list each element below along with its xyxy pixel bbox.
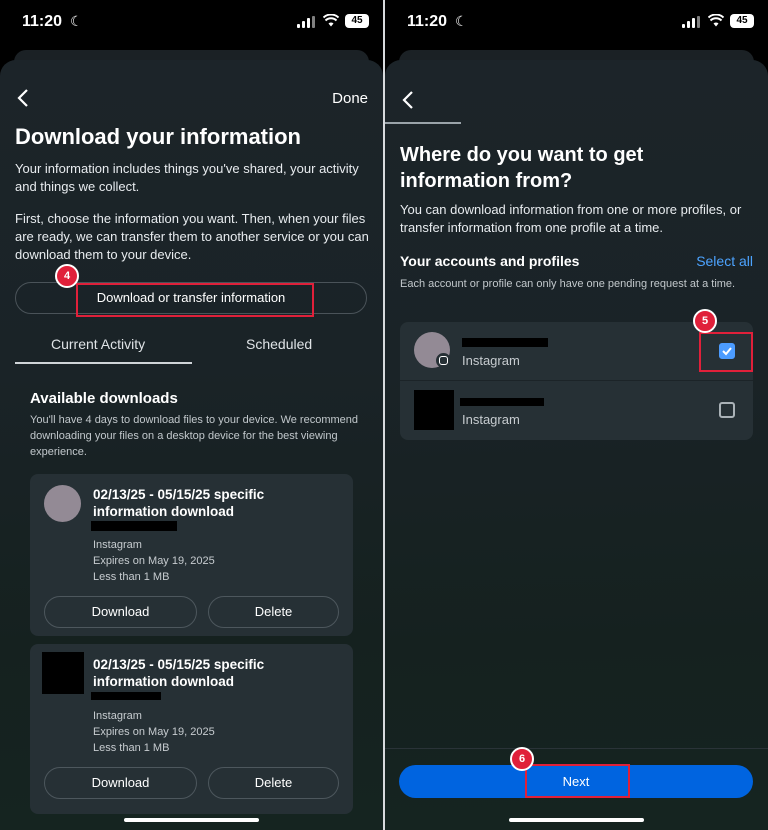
source-sheet: Where do you want to get information fro… [385, 60, 768, 830]
back-arrow-icon[interactable] [16, 88, 30, 108]
accounts-note: Each account or profile can only have on… [400, 278, 736, 290]
done-button[interactable]: Done [332, 90, 368, 107]
redacted-name [460, 398, 544, 406]
instagram-icon [436, 353, 451, 368]
step-badge: 6 [510, 747, 534, 771]
wifi-icon [323, 14, 339, 27]
home-indicator [124, 818, 259, 822]
progress-line [385, 122, 461, 124]
download-card: 02/13/25 - 05/15/25 specific information… [30, 644, 353, 814]
intro-text: Your information includes things you've … [15, 161, 359, 194]
status-time: 11:20 [407, 13, 448, 30]
account-checkbox[interactable] [719, 343, 735, 359]
page-subtitle: You can download information from one or… [400, 202, 742, 235]
wifi-icon [708, 14, 724, 27]
download-source: Instagram [93, 710, 142, 722]
page-title: Where do you want to get information fro… [400, 144, 644, 192]
download-expiry: Expires on May 19, 2025 [93, 555, 215, 567]
step-badge: 4 [55, 264, 79, 288]
download-title: 02/13/25 - 05/15/25 specific information… [93, 487, 265, 519]
download-source: Instagram [93, 539, 142, 551]
tab-current-activity[interactable]: Current Activity [51, 336, 145, 352]
right-screen: 11:20 ☾ 45 Where do you want to get info… [385, 0, 768, 830]
account-checkbox[interactable] [719, 402, 735, 418]
delete-button[interactable]: Delete [208, 596, 339, 628]
step-badge: 5 [693, 309, 717, 333]
status-bar: 11:20 ☾ 45 [385, 0, 768, 44]
download-button[interactable]: Download [44, 596, 197, 628]
select-all-link[interactable]: Select all [696, 253, 753, 269]
profile-image [414, 390, 454, 430]
download-size: Less than 1 MB [93, 742, 170, 754]
profile-image [42, 652, 84, 694]
account-row[interactable]: Instagram [400, 381, 753, 439]
download-title: 02/13/25 - 05/15/25 specific information… [93, 657, 265, 689]
status-bar: 11:20 ☾ 45 [0, 0, 383, 44]
signal-icon [297, 16, 317, 28]
left-screen: 11:20 ☾ 45 Done Download your informatio… [0, 0, 383, 830]
battery-icon: 45 [345, 14, 369, 28]
checkmark-icon [722, 347, 732, 356]
redacted-name [462, 338, 548, 347]
next-button[interactable]: Next [399, 765, 753, 798]
tab-scheduled[interactable]: Scheduled [246, 336, 312, 352]
download-card: 02/13/25 - 05/15/25 specific information… [30, 474, 353, 636]
battery-icon: 45 [730, 14, 754, 28]
signal-icon [682, 16, 702, 28]
footer-divider [385, 748, 768, 749]
status-time: 11:20 [22, 13, 63, 30]
available-downloads-text: You'll have 4 days to download files to … [30, 414, 359, 458]
tab-underline [15, 362, 192, 364]
back-arrow-icon[interactable] [401, 90, 415, 110]
redacted-name [91, 692, 161, 700]
accounts-list: Instagram Instagram [400, 322, 753, 440]
accounts-section-title: Your accounts and profiles [400, 253, 580, 269]
delete-button[interactable]: Delete [208, 767, 339, 799]
download-size: Less than 1 MB [93, 571, 170, 583]
moon-icon: ☾ [70, 13, 83, 29]
available-downloads-title: Available downloads [30, 390, 178, 407]
download-expiry: Expires on May 19, 2025 [93, 726, 215, 738]
download-button[interactable]: Download [44, 767, 197, 799]
redacted-name [91, 521, 177, 531]
moon-icon: ☾ [455, 13, 468, 29]
download-sheet: Done Download your information Your info… [0, 60, 383, 830]
instructions-text: First, choose the information you want. … [15, 211, 369, 262]
avatar [44, 485, 81, 522]
home-indicator [509, 818, 644, 822]
account-platform: Instagram [462, 353, 520, 368]
page-title: Download your information [15, 124, 301, 149]
account-platform: Instagram [462, 412, 520, 427]
